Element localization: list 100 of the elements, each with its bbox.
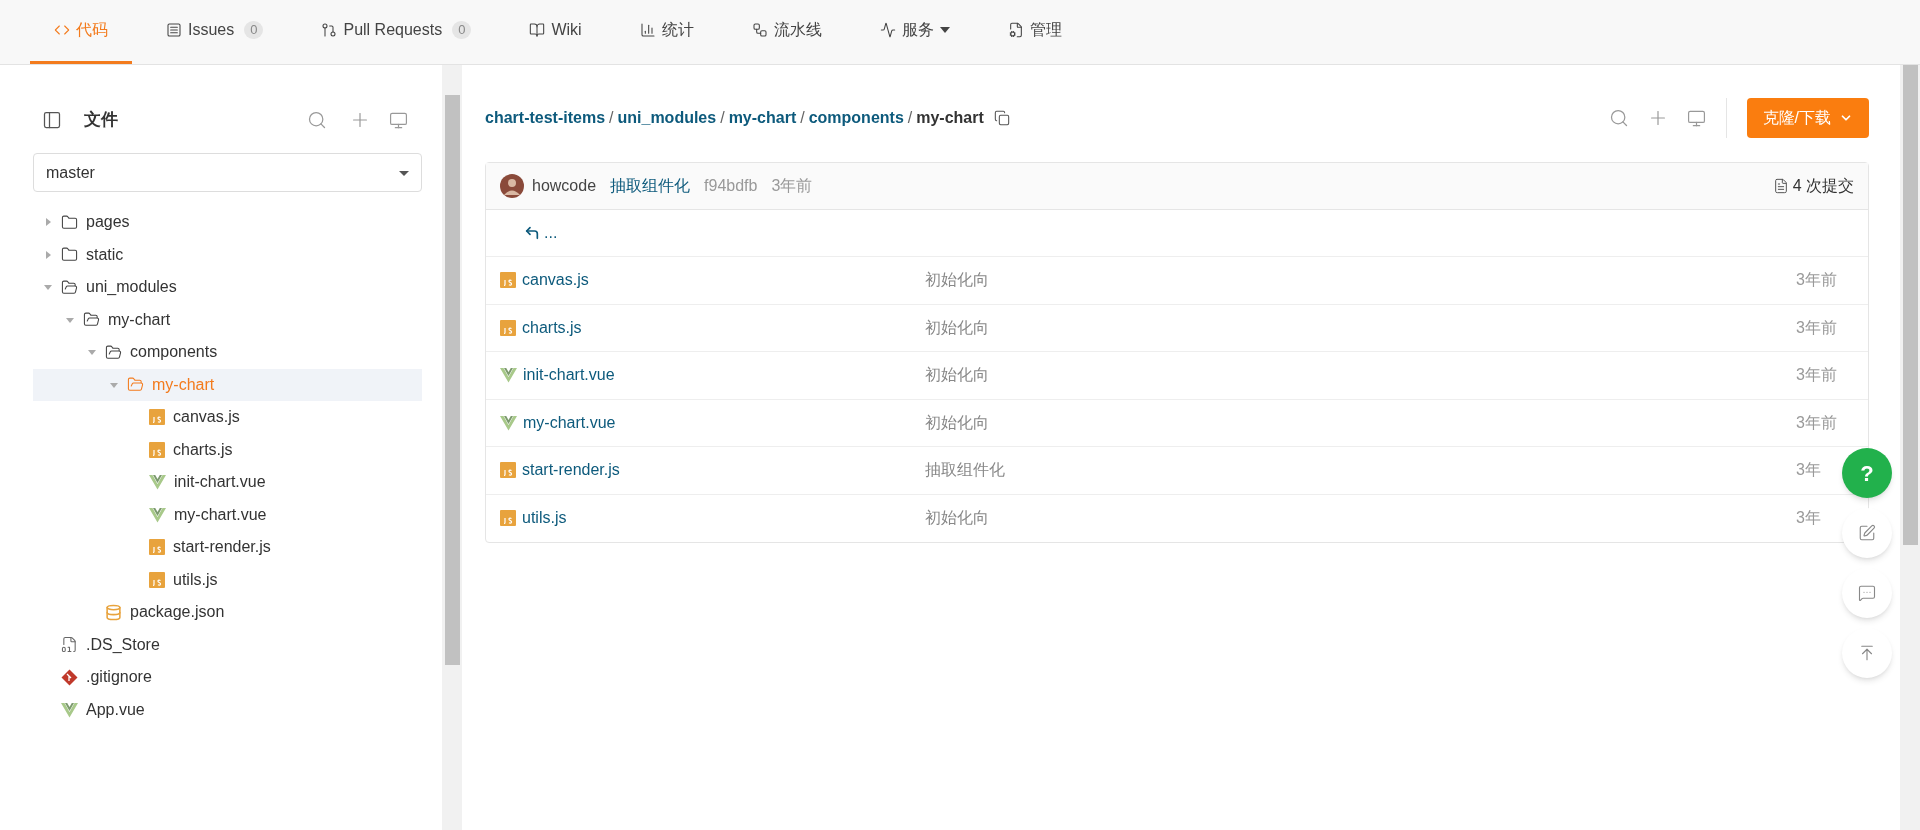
sidebar-scrollbar[interactable] [442,65,462,830]
tree-item[interactable]: .DS_Store [33,628,422,661]
nav-tab[interactable]: 管理 [983,0,1086,64]
nav-tab[interactable]: 服务 [855,0,974,64]
js-file-icon [149,409,165,426]
js-file-icon [149,441,165,458]
back-arrow-icon[interactable] [524,225,540,241]
commits-icon [1772,178,1789,194]
commit-count-link[interactable]: 4 次提交 [1792,174,1854,198]
tree-item[interactable]: start-render.js [33,531,422,564]
commit-message-link[interactable]: 初始化向 [925,268,989,293]
file-link[interactable]: utils.js [522,506,567,531]
message-icon [1858,584,1876,602]
file-link[interactable]: my-chart.vue [523,410,616,435]
tree-item-label: uni_modules [86,277,177,298]
js-file-icon [500,462,516,479]
branch-select[interactable]: master [33,153,422,192]
breadcrumb-link[interactable]: my-chart [728,106,797,130]
nav-tab[interactable]: 统计 [615,0,718,64]
pull-request-icon [321,22,338,38]
file-time: 3年前 [1796,271,1837,289]
page-scrollbar[interactable] [1900,65,1920,830]
js-file-icon [500,272,516,289]
folder-open-icon [127,376,144,394]
tree-item[interactable]: my-chart.vue [33,498,422,531]
breadcrumb-link[interactable]: chart-test-items [485,106,606,130]
commit-message-link[interactable]: 初始化向 [925,410,989,435]
file-link[interactable]: init-chart.vue [523,363,615,388]
tree-item-label: App.vue [86,699,145,720]
list-icon [166,22,182,38]
count-badge: 0 [452,21,472,39]
file-link[interactable]: start-render.js [522,458,620,483]
pulse-icon [879,22,896,38]
arrow-up-icon [1858,644,1876,662]
folder-icon [61,213,78,231]
folder-open-icon [61,278,78,296]
commit-message-link[interactable]: 初始化向 [925,506,989,531]
tree-item[interactable]: init-chart.vue [33,466,422,499]
path-separator: / [907,108,913,128]
tree-item[interactable]: package.json [33,596,422,629]
book-icon [529,22,546,38]
commit-message-link[interactable]: 初始化向 [925,315,989,340]
nav-tab[interactable]: Pull Requests 0 [297,0,496,64]
commit-author: howcode [532,176,597,196]
nav-tab[interactable]: 流水线 [727,0,846,64]
parent-folder-link[interactable]: ... [544,221,558,245]
tree-item-label: utils.js [173,569,218,590]
caret-right-icon[interactable] [43,217,53,228]
tree-item[interactable]: my-chart [33,303,422,336]
tree-item-label: components [130,342,218,363]
search-icon[interactable] [1608,108,1629,128]
search-icon[interactable] [307,110,327,130]
file-time: 3年 [1796,509,1821,527]
breadcrumb-link[interactable]: components [808,106,904,130]
copy-icon[interactable] [993,110,1010,126]
database-icon [105,603,122,621]
file-link[interactable]: canvas.js [522,268,589,293]
commit-time: 3年前 [771,176,813,196]
tree-item-label: pages [86,212,130,233]
code-icon [54,22,70,38]
comment-button[interactable] [1842,568,1892,618]
commit-message-link[interactable]: 抽取组件化 [925,458,1005,483]
back-to-top-button[interactable] [1842,628,1892,678]
tree-item[interactable]: App.vue [33,693,422,726]
path-separator: / [800,108,805,128]
path-separator: / [720,108,725,128]
js-file-icon [149,539,165,556]
js-file-icon [149,571,165,588]
file-time: 3年前 [1796,366,1837,384]
nav-tab[interactable]: Wiki [505,0,606,64]
monitor-icon[interactable] [1686,108,1706,128]
tree-item[interactable]: pages [33,206,422,239]
commit-message-link[interactable]: 初始化向 [925,363,989,388]
panel-toggle-icon[interactable] [42,110,62,130]
v-logo-icon [149,474,166,491]
file-time: 3年前 [1796,413,1837,431]
js-file-icon [500,319,516,336]
tree-item-label: .DS_Store [86,634,160,655]
tree-item[interactable]: static [33,238,422,271]
tree-item[interactable]: .gitignore [33,661,422,694]
monitor-icon[interactable] [389,110,408,130]
tree-item[interactable]: uni_modules [33,271,422,304]
feedback-button[interactable] [1842,508,1892,558]
folder-open-icon [105,343,122,361]
folder-icon [61,246,78,264]
file-link[interactable]: charts.js [522,315,582,340]
tree-item[interactable]: utils.js [33,563,422,596]
file-time: 3年 [1796,461,1821,479]
breadcrumb-link[interactable]: uni_modules [617,106,717,130]
commit-message-link[interactable]: 抽取组件化 [610,174,691,198]
tree-item[interactable]: components [33,336,422,369]
nav-tab[interactable]: Issues 0 [142,0,288,64]
v-logo-icon [149,506,166,523]
tree-item[interactable]: charts.js [33,433,422,466]
tree-item[interactable]: canvas.js [33,401,422,434]
caret-right-icon[interactable] [43,249,53,260]
tree-item-label: my-chart [152,374,215,395]
js-file-icon [500,510,516,527]
avatar [500,174,524,198]
tree-item-label: my-chart [108,309,171,330]
